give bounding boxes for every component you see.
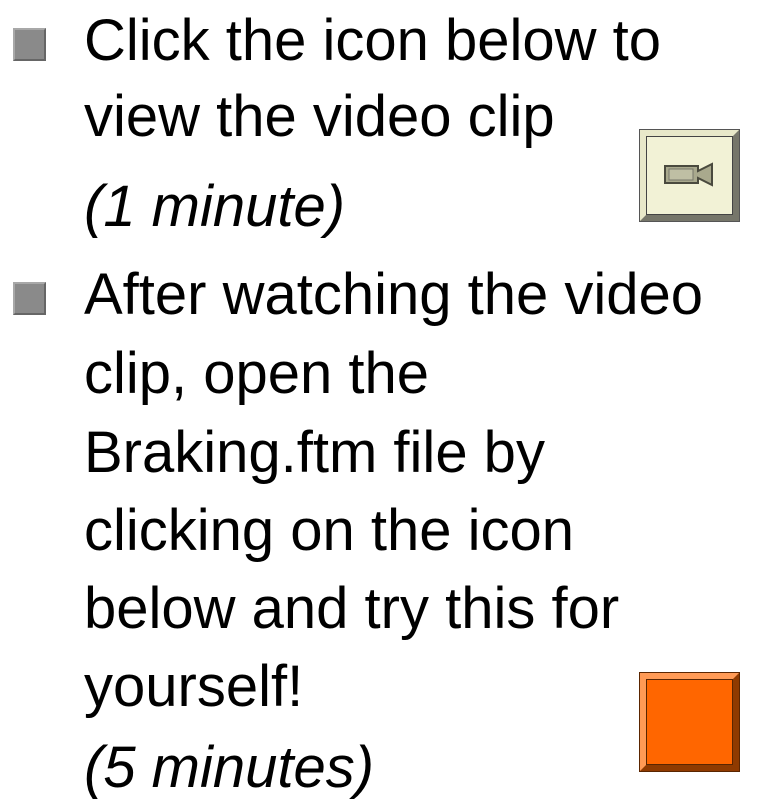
bullet-marker-2 xyxy=(13,282,46,315)
bullet-2-line-5: below and try this for xyxy=(84,576,620,641)
bullet-2-line-2: clip, open the xyxy=(84,341,430,406)
braking-file-button[interactable] xyxy=(640,673,739,771)
bullet-1-duration: (1 minute) xyxy=(84,174,346,239)
bullet-1-line-2: view the video clip xyxy=(84,84,555,149)
bullet-2-duration: (5 minutes) xyxy=(84,735,375,800)
bullet-2-line-4: clicking on the icon xyxy=(84,498,575,563)
bullet-1-line-1: Click the icon below to xyxy=(84,8,662,73)
bullet-2-line-6: yourself! xyxy=(84,654,304,719)
bullet-2-line-3: Braking.ftm file by xyxy=(84,420,545,485)
video-clip-button[interactable] xyxy=(640,130,739,221)
video-camera-icon xyxy=(664,162,713,187)
bullet-marker-1 xyxy=(13,28,46,61)
bullet-2-line-1: After watching the video xyxy=(84,262,704,327)
